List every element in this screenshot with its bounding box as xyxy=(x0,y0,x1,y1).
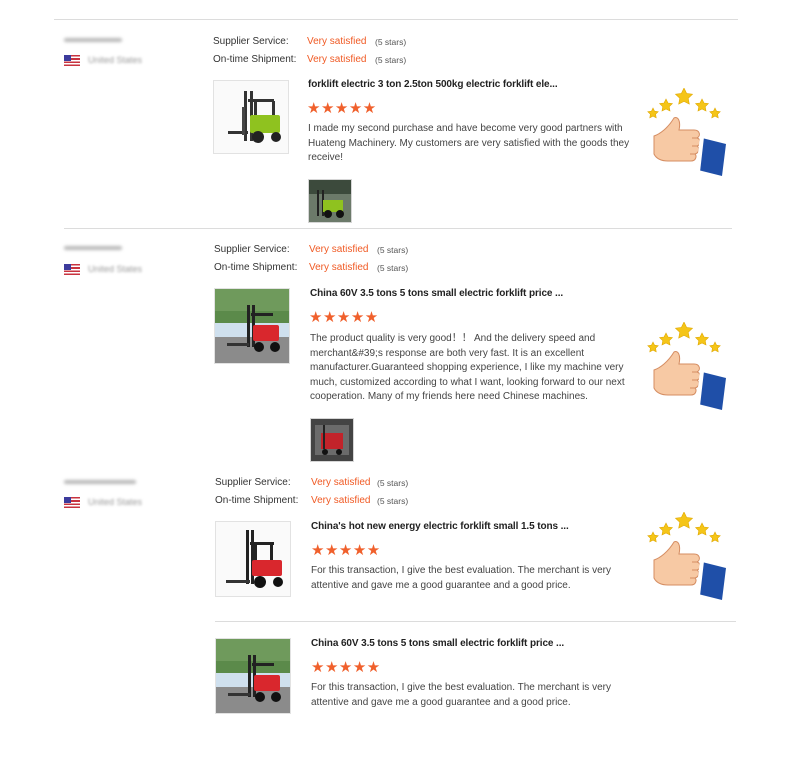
rating-stars: ★★★★★ xyxy=(311,542,381,559)
supplier-service-stars: (5 stars) xyxy=(377,245,409,255)
supplier-service-stars: (5 stars) xyxy=(377,478,409,488)
product-title-link[interactable]: China's hot new energy electric forklift… xyxy=(311,521,569,532)
product-image[interactable] xyxy=(215,638,291,714)
supplier-service-value: Very satisfied xyxy=(307,36,367,47)
product-image[interactable] xyxy=(215,521,291,597)
thumbs-up-five-stars-icon xyxy=(644,321,734,414)
reviewer-name-blurred xyxy=(64,480,136,484)
ontime-shipment-value: Very satisfied xyxy=(307,54,367,65)
reviewer-country-blurred: United States xyxy=(88,55,143,65)
product-image[interactable] xyxy=(213,80,289,154)
rating-stars: ★★★★★ xyxy=(311,659,381,676)
product-image[interactable] xyxy=(214,288,290,364)
review-text: For this transaction, I give the best ev… xyxy=(311,565,611,591)
review-text: For this transaction, I give the best ev… xyxy=(311,682,611,708)
reviewer-country-blurred: United States xyxy=(88,497,143,507)
ontime-shipment-label: On-time Shipment: xyxy=(214,262,298,273)
us-flag-icon xyxy=(64,264,80,275)
rating-stars: ★★★★★ xyxy=(309,309,379,326)
product-title-link[interactable]: China 60V 3.5 tons 5 tons small electric… xyxy=(311,638,564,649)
ontime-shipment-value: Very satisfied xyxy=(311,495,371,506)
thumbs-up-five-stars-icon xyxy=(644,511,734,604)
reviewer-name-blurred xyxy=(64,246,122,250)
review-photo-thumbnail[interactable] xyxy=(310,418,354,462)
reviewer-name-blurred xyxy=(64,38,122,42)
product-title-link[interactable]: forklift electric 3 ton 2.5ton 500kg ele… xyxy=(308,79,558,90)
rating-stars: ★★★★★ xyxy=(307,100,377,117)
ontime-shipment-stars: (5 stars) xyxy=(375,55,407,65)
us-flag-icon xyxy=(64,55,80,66)
top-divider xyxy=(54,19,738,20)
review-text: I made my second purchase and have becom… xyxy=(308,123,630,163)
supplier-service-label: Supplier Service: xyxy=(215,477,291,488)
review-photo-thumbnail[interactable] xyxy=(308,179,352,223)
review-divider xyxy=(64,228,732,229)
thumbs-up-five-stars-icon xyxy=(644,87,734,180)
supplier-service-stars: (5 stars) xyxy=(375,37,407,47)
ontime-shipment-stars: (5 stars) xyxy=(377,263,409,273)
ontime-shipment-stars: (5 stars) xyxy=(377,496,409,506)
ontime-shipment-label: On-time Shipment: xyxy=(213,54,297,65)
supplier-service-label: Supplier Service: xyxy=(214,244,290,255)
reviewer-country-blurred: United States xyxy=(88,264,143,274)
supplier-service-label: Supplier Service: xyxy=(213,36,289,47)
review-divider xyxy=(215,621,736,622)
us-flag-icon xyxy=(64,497,80,508)
ontime-shipment-value: Very satisfied xyxy=(309,262,369,273)
review-text: The product quality is very good！！ And t… xyxy=(310,333,625,402)
supplier-service-value: Very satisfied xyxy=(311,477,371,488)
product-title-link[interactable]: China 60V 3.5 tons 5 tons small electric… xyxy=(310,288,563,299)
supplier-service-value: Very satisfied xyxy=(309,244,369,255)
ontime-shipment-label: On-time Shipment: xyxy=(215,495,299,506)
